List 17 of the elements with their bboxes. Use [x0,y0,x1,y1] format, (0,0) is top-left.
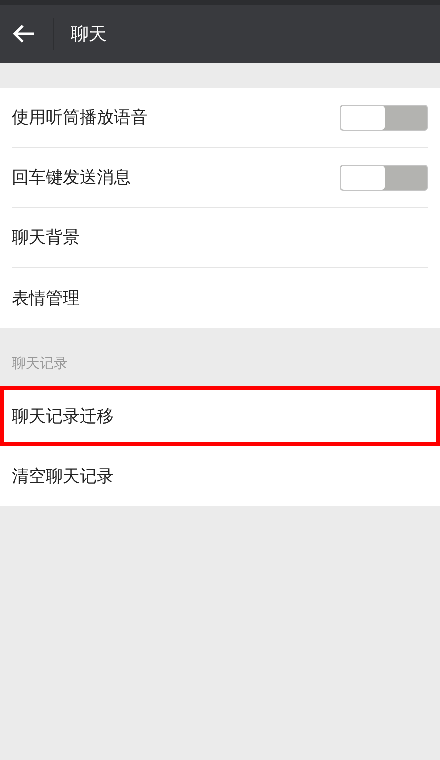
row-label: 使用听筒播放语音 [12,107,148,129]
row-label: 回车键发送消息 [12,167,131,189]
settings-row[interactable]: 清空聊天记录 [12,446,428,506]
row-label: 聊天背景 [12,227,80,249]
section-title: 聊天记录 [12,355,68,373]
settings-row[interactable]: 回车键发送消息 [12,148,428,208]
page-title: 聊天 [71,23,107,46]
back-icon[interactable] [13,24,35,44]
row-label: 清空聊天记录 [12,466,114,488]
settings-row[interactable]: 聊天记录迁移 [0,386,440,446]
toggle-switch[interactable] [340,104,428,130]
settings-row[interactable]: 聊天背景 [12,208,428,268]
row-label: 表情管理 [12,288,80,310]
settings-row[interactable]: 表情管理 [12,268,428,328]
settings-row[interactable]: 使用听筒播放语音 [12,88,428,148]
row-label: 聊天记录迁移 [12,406,114,428]
toggle-switch[interactable] [340,164,428,190]
